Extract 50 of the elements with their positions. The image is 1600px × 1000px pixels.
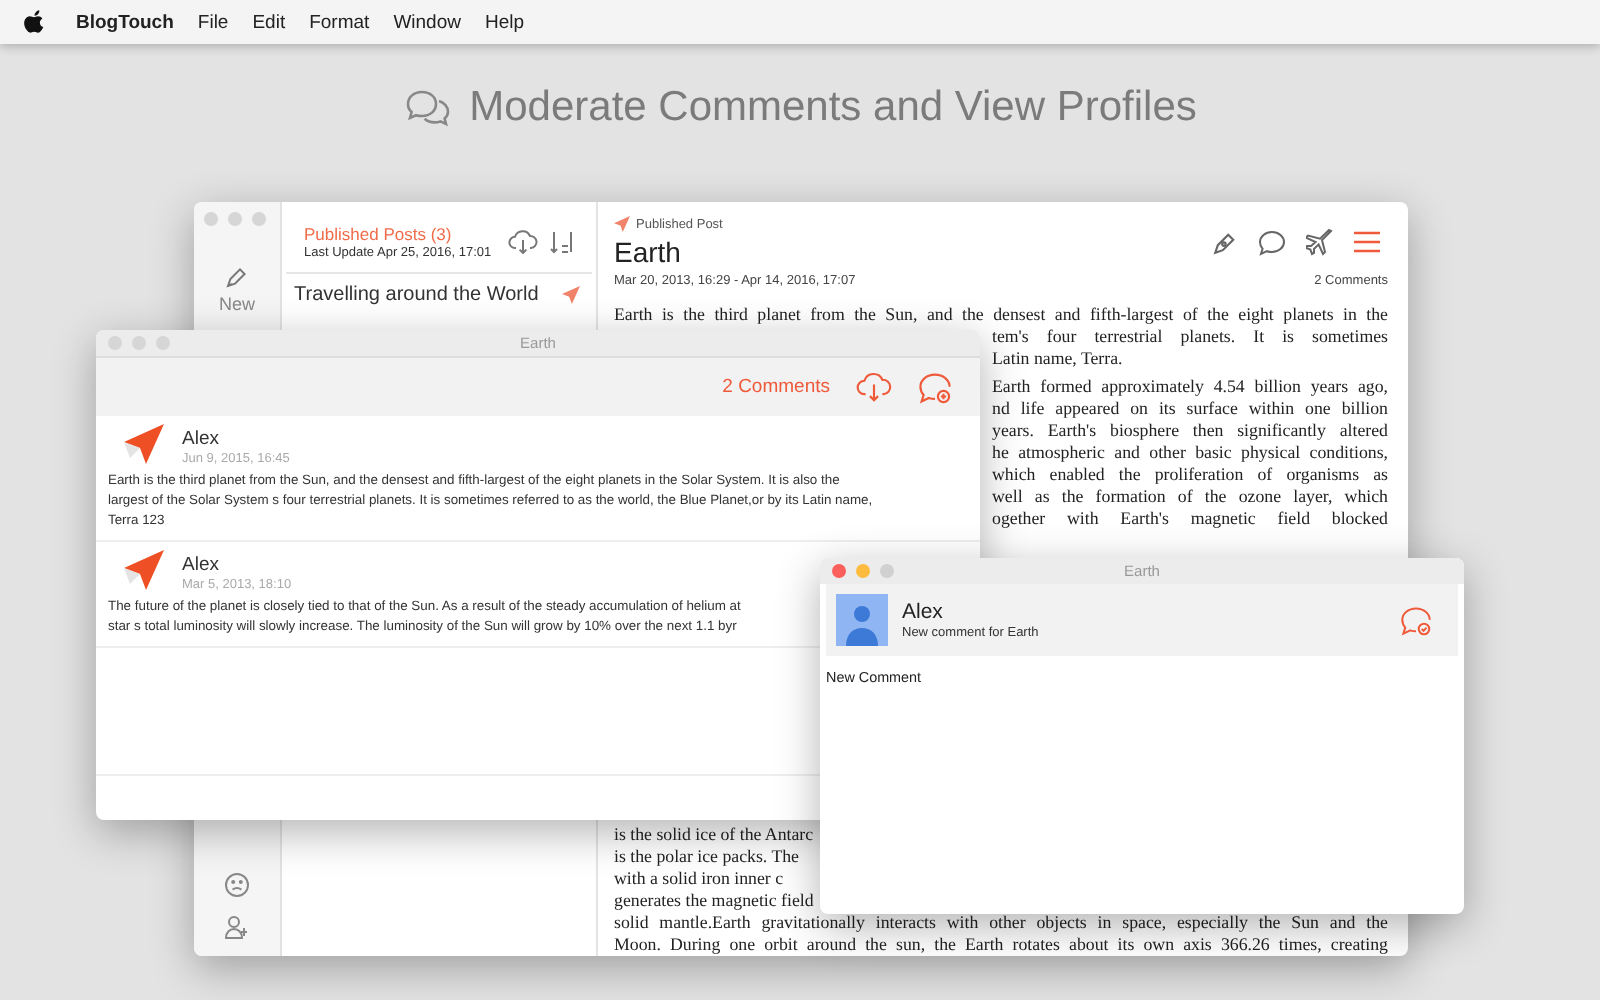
plane-icon bbox=[562, 286, 580, 304]
apple-icon[interactable] bbox=[24, 10, 44, 34]
comment-author: Alex bbox=[182, 553, 221, 575]
comments-icon bbox=[403, 88, 452, 128]
comment-author: Alex bbox=[902, 600, 945, 624]
comment-add-icon[interactable] bbox=[918, 371, 952, 403]
article-text-line: Moon. During one orbit around the sun, the Earth rotates about its own axis 366.26 times, creating bbox=[614, 934, 1388, 954]
article-text-line: is the solid ice of the Antarc bbox=[614, 824, 814, 844]
menu-item[interactable]: Format bbox=[309, 11, 370, 33]
comment-icon[interactable] bbox=[1258, 229, 1286, 255]
article-text-line: nd life appeared on its surface within one billion bbox=[992, 398, 1388, 418]
post-list-item[interactable]: Travelling around the World bbox=[282, 274, 596, 312]
article-text-line: Earth is the third planet from the Sun, and the densest and fifth-largest of the eight planets in the bbox=[614, 304, 1388, 324]
app-menu[interactable]: BlogTouch bbox=[76, 11, 174, 33]
article-text-line: ogether with Earth's magnetic field blocked bbox=[992, 508, 1388, 528]
menu-item[interactable]: Window bbox=[393, 11, 461, 33]
posts-list-title: Published Posts (3) bbox=[304, 224, 454, 244]
comment-approve-icon[interactable] bbox=[1400, 605, 1432, 635]
article-text-line: years. Earth's biosphere then significantly altered bbox=[992, 420, 1388, 440]
article-text-line: he atmospheric and other basic physical conditions, bbox=[992, 442, 1388, 462]
avatar-icon bbox=[120, 424, 164, 468]
article-text-line: tem's four terrestrial planets. It is sometimes bbox=[992, 326, 1388, 346]
article-text-line: with a solid iron inner c bbox=[614, 868, 784, 888]
post-title: Earth bbox=[614, 236, 683, 268]
article-text-line: which enabled the proliferation of organisms as bbox=[992, 464, 1388, 484]
menu-icon[interactable] bbox=[1354, 230, 1380, 254]
window-controls[interactable] bbox=[832, 564, 894, 578]
article-text-line: is the polar ice packs. The bbox=[614, 846, 799, 866]
pen-icon bbox=[224, 266, 249, 290]
article-text-line: Latin name, Terra. bbox=[992, 348, 1123, 368]
article-text-line: well as the formation of the ozone layer, which bbox=[992, 486, 1388, 506]
comment-author: Alex bbox=[182, 427, 221, 449]
plane-icon bbox=[614, 216, 630, 232]
article-text-line: Earth formed approximately 4.54 billion years ago, bbox=[992, 376, 1388, 396]
comment-count: 2 Comments bbox=[722, 376, 830, 398]
menu-item[interactable]: Help bbox=[484, 11, 525, 33]
pen-icon[interactable] bbox=[1212, 229, 1238, 255]
plane-icon[interactable] bbox=[1306, 228, 1334, 256]
avatar-icon bbox=[120, 550, 164, 594]
user-settings-icon[interactable] bbox=[224, 914, 250, 940]
article-text-line: solid mantle.Earth gravitationally interacts with other objects in space, especially the Sun and the bbox=[614, 912, 1388, 932]
article-text-line: generates the magnetic field bbox=[614, 890, 814, 910]
page-headline: Moderate Comments and View Profiles bbox=[469, 84, 1197, 132]
sort-icon[interactable] bbox=[548, 230, 576, 254]
avatar-icon bbox=[836, 594, 888, 646]
cloud-download-icon[interactable] bbox=[856, 372, 892, 402]
cloud-download-icon[interactable] bbox=[508, 230, 538, 254]
smiley-icon[interactable] bbox=[224, 872, 250, 898]
menu-item[interactable]: File bbox=[197, 11, 229, 33]
menu-item[interactable]: Edit bbox=[252, 11, 286, 33]
